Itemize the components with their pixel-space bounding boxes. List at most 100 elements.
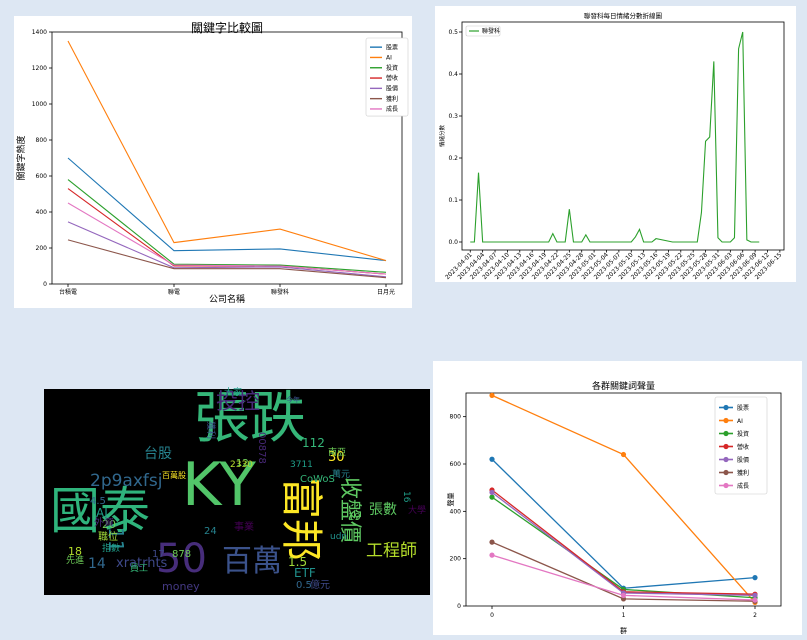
y-tick-label: 200 (450, 556, 462, 563)
chart-title: 聯發科每日情緒分數折線圖 (584, 11, 662, 20)
word-cloud-term: 大家 (224, 388, 243, 398)
word-cloud-term: 0.5 (296, 580, 312, 591)
word-cloud-term: 張數 (369, 502, 397, 518)
word-cloud-term: 今年 (286, 396, 300, 404)
word-cloud: 國泰 張跌 KY 50 百萬 富邦 投控 收盤價 工程師 2p9axfsj 台股 張數 xratrhts… (44, 389, 430, 595)
y-tick-label: 200 (36, 245, 48, 252)
word-cloud-term: 14 (88, 556, 106, 572)
word-cloud-term: 先進 (66, 556, 85, 566)
data-point (489, 539, 495, 545)
word-cloud-term: 南亞 (328, 448, 347, 458)
word-cloud-term: CoWoS (300, 474, 335, 485)
plot-frame (461, 21, 785, 251)
keyword-comparison-svg: 關鍵字比較圖 0 200 400 600 800 1000 1200 1400 台積電 聯電 聯發科 日… (15, 20, 409, 305)
series-line-ai (67, 40, 387, 262)
series-line-e68890e995b7 (67, 202, 387, 275)
word-cloud-term: udn (330, 532, 348, 542)
word-cloud-term: 事業 (234, 522, 254, 533)
legend-label: 營收 (386, 74, 398, 82)
y-tick-label: 400 (450, 508, 462, 515)
legend-marker (723, 482, 729, 489)
data-point (489, 456, 495, 462)
legend-marker (723, 469, 729, 476)
legend-marker (723, 456, 729, 463)
word-cloud-term: 富邦 (277, 477, 326, 562)
x-tick-label: 0 (490, 612, 494, 619)
word-cloud-term: 百萬股 (162, 471, 186, 480)
legend-marker (723, 443, 729, 450)
x-axis-label: 公司名稱 (209, 293, 245, 305)
x-tick-label: 2 (753, 612, 757, 619)
data-point (620, 592, 627, 598)
legend-label: AI (737, 418, 743, 425)
x-tick-label: 日月光 (377, 288, 395, 296)
data-point (489, 392, 495, 398)
y-tick-label: 800 (36, 137, 48, 144)
y-tick-label: 0.3 (448, 113, 458, 120)
legend-label: 股價 (386, 84, 398, 92)
data-point (489, 552, 495, 558)
y-tick-label: 1200 (32, 65, 47, 72)
word-cloud-term: 2p9axfsj (90, 471, 163, 491)
y-axis-label: 關鍵字熱度 (15, 135, 27, 180)
legend-label: 投資 (737, 430, 749, 438)
y-tick-label: 800 (450, 414, 462, 421)
word-cloud-term: 3711 (290, 460, 313, 470)
word-cloud-term: 00878 (256, 432, 267, 464)
legend-marker (723, 417, 729, 424)
plot-frame (51, 31, 403, 285)
word-cloud-term: 職位 (98, 532, 118, 543)
legend-label: 聯發科 (482, 27, 500, 35)
word-cloud-term: 百萬 (222, 544, 282, 579)
legend-label: 獲利 (737, 469, 749, 477)
legend-label: 投資 (386, 64, 398, 72)
word-cloud-term: 112 (302, 436, 325, 450)
x-tick-label: 聯發科 (271, 288, 289, 296)
word-cloud-term: 工程師 (366, 541, 417, 561)
word-cloud-term: 2330 (230, 460, 253, 470)
word-cloud-term: 獲利 (205, 421, 215, 440)
data-point (489, 494, 495, 500)
word-cloud-term: 員工 (130, 564, 149, 574)
word-cloud-term: 億元 (310, 580, 330, 591)
y-tick-label: 600 (36, 173, 48, 180)
word-cloud-term: 24 (204, 526, 217, 537)
series-line-e68a95e8b387 (491, 496, 756, 599)
legend-label: 股票 (386, 44, 398, 51)
chart-title: 各群關鍵詞聲量 (592, 380, 655, 392)
x-tick-label: 台積電 (59, 288, 77, 296)
sentiment-line-svg: 聯發科每日情緒分數折線圖0.00.10.20.30.40.52023-04-01… (438, 11, 785, 281)
legend-label: AI (386, 55, 392, 62)
y-tick-label: 1400 (32, 29, 47, 36)
series-line (470, 31, 760, 243)
series-line-e882a1e7a5a8 (67, 157, 387, 262)
y-tick-label: 0.1 (448, 197, 458, 204)
y-tick-label: 0.2 (448, 155, 458, 162)
word-cloud-term: 台股 (144, 446, 172, 462)
y-tick-label: 0.5 (448, 29, 458, 36)
word-cloud-term: 878 (172, 549, 192, 560)
legend-label: 成長 (386, 105, 398, 113)
sentiment-line-chart: 聯發科每日情緒分數折線圖 0.0 0.1 0.2 0.3 0.4 0.5 2023-04-01… (435, 6, 796, 282)
legend-marker (723, 430, 729, 437)
data-point (620, 451, 627, 458)
x-tick-label: 聯電 (168, 288, 180, 296)
cluster-keyword-svg: 各群關鍵詞聲量 0 200 400 600 800 0 1 2 群 聲量 股票 AI 投資營收股價獲利成長 (446, 380, 782, 635)
word-cloud-term: money (162, 580, 200, 593)
word-cloud-term: 大學 (408, 506, 427, 516)
legend-label: 獲利 (386, 95, 398, 103)
word-cloud-term: 外資 (94, 518, 114, 529)
y-tick-label: 0.0 (448, 239, 458, 246)
legend-label: 股票 (737, 405, 749, 412)
x-tick-label: 1 (622, 612, 626, 619)
cluster-keyword-chart: 各群關鍵詞聲量 0 200 400 600 800 0 1 2 群 聲量 股票 AI 投資 營收 股價 獲利 成長 (433, 361, 802, 635)
y-axis-label: 情緒分數 (438, 125, 446, 148)
series-line-e68a95e8b387 (67, 179, 387, 273)
y-tick-label: 600 (450, 461, 462, 468)
x-axis-label: 群 (620, 626, 627, 635)
data-point (752, 575, 758, 581)
y-tick-label: 1000 (32, 101, 47, 108)
legend-marker (723, 404, 729, 411)
series-line-e7879fe694b6 (491, 489, 756, 595)
data-point (752, 597, 758, 603)
